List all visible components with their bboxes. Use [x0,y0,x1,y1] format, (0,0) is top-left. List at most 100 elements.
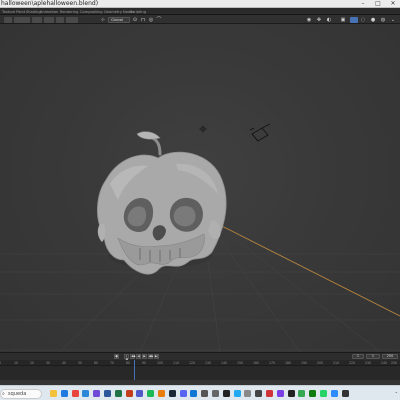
file-explorer-icon[interactable] [50,390,57,397]
edge-icon[interactable] [60,390,68,397]
ruler-tick: 10 [13,361,19,365]
steam-icon[interactable] [168,390,176,397]
ruler-tick: 160 [252,361,260,365]
system-tray-icon[interactable]: ⌃ [395,390,398,397]
xray-icon[interactable]: ▣ [340,17,346,23]
excel-icon[interactable] [114,390,122,397]
x-axis-line [209,219,400,317]
workspace-tabs: Texture Paint Shading Animation Renderin… [0,8,400,15]
ruler-tick: 70 [109,361,115,365]
timeline-header: ● |◀ ◀◆ ◀ ▶ ◆▶ ▶| 1 1 250 [0,352,400,361]
wireframe-shading-icon[interactable]: ◌ [360,17,366,23]
view-menu-button[interactable] [32,17,42,23]
title-bar: halloween\aplehalloween.blend) – □ ✕ [0,0,400,8]
ruler-tick: 90 [141,361,147,365]
search-icon: ⌕ [2,391,5,397]
calculator-icon[interactable] [255,390,263,397]
spotify-icon[interactable] [147,390,155,397]
settings-icon[interactable] [212,390,219,397]
ruler-tick: 130 [204,361,212,365]
object-menu-button[interactable] [66,17,78,23]
3d-viewport[interactable] [0,24,400,352]
ruler-tick: 230 [364,361,372,365]
solid-shading-button[interactable] [350,17,358,23]
obs-icon[interactable] [341,390,349,397]
ruler-tick: 170 [268,361,276,365]
terminal-icon[interactable] [222,390,230,397]
skull-apple-model[interactable] [97,131,227,275]
material-shading-icon[interactable]: ● [370,17,376,23]
discord-icon[interactable] [179,390,187,397]
ruler-tick: 200 [316,361,324,365]
chrome-icon[interactable] [71,390,79,397]
snap-icon[interactable]: ⊓ [140,17,146,23]
paint-icon[interactable] [266,390,273,397]
taskbar: ⌕ squeda ⌃ [0,385,400,400]
taskbar-search[interactable]: ⌕ squeda [0,389,42,399]
vscode-icon[interactable] [233,390,241,397]
start-frame-field[interactable]: 1 [366,354,380,359]
editor-type-button[interactable] [4,17,12,23]
onedrive-icon[interactable] [190,390,198,397]
visibility-icon[interactable]: ◉ [306,17,312,23]
photos-icon[interactable] [93,390,101,397]
ruler-tick: 250 [390,361,398,365]
ruler-tick: 80 [125,361,131,365]
record-icon[interactable]: ● [114,354,119,359]
ruler-tick: 0 [0,361,7,365]
notepad-icon[interactable] [244,390,252,397]
maximize-icon[interactable]: □ [371,0,385,8]
whatsapp-icon[interactable] [320,390,327,397]
maps-icon[interactable] [298,390,306,397]
jump-end-icon[interactable]: ▶| [154,354,159,359]
ruler-tick: 210 [332,361,340,365]
close-icon[interactable]: ✕ [386,0,400,8]
light-object[interactable] [199,125,207,133]
word-icon[interactable] [104,390,111,397]
ruler-tick: 150 [236,361,244,365]
ruler-tick: 50 [77,361,83,365]
rendered-shading-icon[interactable]: ◍ [380,17,386,23]
ruler-tick: 120 [188,361,196,365]
viewport-scene[interactable] [0,24,400,352]
camera-object[interactable] [249,123,271,142]
shading-options-icon[interactable]: ⌄ [390,17,396,23]
blender-icon[interactable] [158,390,165,397]
play-reverse-icon[interactable]: ◀ [136,354,141,359]
next-keyframe-icon[interactable]: ◆▶ [148,354,154,359]
teams-icon[interactable] [136,390,144,397]
minimize-icon[interactable]: – [356,0,370,8]
viewport-header: ⊹ Global ⊙ ⊓ ◎ ⌒ ◉ ✥ ◐ ▣ ◌ ● ◍ ⌄ [0,15,400,24]
play-icon[interactable]: ▶ [142,354,147,359]
powerpoint-icon[interactable] [125,390,133,397]
ruler-tick: 140 [220,361,228,365]
falloff-icon[interactable]: ⌒ [156,17,162,23]
mail-icon[interactable] [82,390,90,397]
ruler-tick: 180 [284,361,292,365]
frame-ruler[interactable]: 0 10 20 30 40 50 60 70 80 90 100 110 120… [0,360,400,366]
pivot-icon[interactable]: ⊙ [132,17,138,23]
xbox-icon[interactable] [309,390,317,397]
gizmo-icon[interactable]: ✥ [316,17,322,23]
window-title: halloween\aplehalloween.blend) [1,0,99,7]
camera-icon[interactable] [287,390,295,397]
ruler-tick: 30 [45,361,51,365]
add-menu-button[interactable] [56,17,64,23]
ruler-tick: 100 [156,361,164,365]
select-menu-button[interactable] [44,17,54,23]
ruler-tick: 220 [348,361,356,365]
overlays-icon[interactable]: ◐ [326,17,332,23]
proportional-edit-icon[interactable]: ◎ [148,17,154,23]
current-frame-field[interactable]: 1 [352,354,364,359]
object-mode-button[interactable] [14,17,30,23]
clipchamp-icon[interactable] [276,390,284,397]
ruler-tick: 110 [172,361,180,365]
transform-orientation-dropdown[interactable]: Global [108,17,130,23]
orientation-icon[interactable]: ⊹ [100,17,106,23]
store-icon[interactable] [201,390,209,397]
zoom-icon[interactable] [330,390,338,397]
end-frame-field[interactable]: 250 [382,354,398,359]
prev-keyframe-icon[interactable]: ◀◆ [130,354,136,359]
ruler-tick: 190 [300,361,308,365]
jump-start-icon[interactable]: |◀ [124,354,129,361]
